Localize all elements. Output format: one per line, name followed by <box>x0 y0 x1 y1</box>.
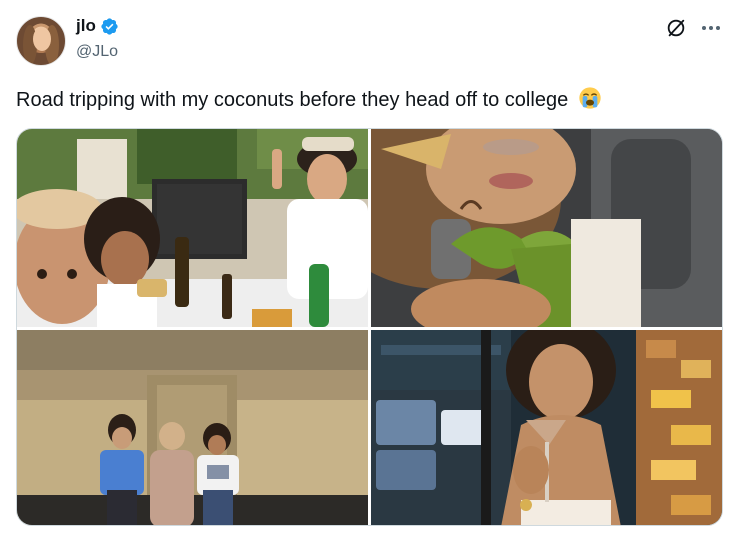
author-handle[interactable]: @JLo <box>76 43 118 61</box>
crying-face-emoji-icon <box>579 87 601 109</box>
photo-drinking-cocktail[interactable] <box>371 330 722 525</box>
photo-three-in-courtyard[interactable] <box>17 330 368 525</box>
tweet-text: Road tripping with my coconuts before th… <box>16 86 602 112</box>
tweet-body: Road tripping with my coconuts before th… <box>16 89 569 111</box>
media-grid <box>16 128 723 526</box>
author-name-row[interactable]: jlo <box>76 16 119 36</box>
verified-badge-icon <box>101 17 118 35</box>
slash-circle-icon[interactable] <box>665 17 687 39</box>
display-name[interactable]: jlo <box>76 16 96 36</box>
more-options-icon[interactable] <box>700 17 722 39</box>
photo-sunbathing-scarf[interactable] <box>371 129 722 327</box>
avatar[interactable] <box>16 16 66 66</box>
photo-selfie-restaurant[interactable] <box>17 129 368 327</box>
